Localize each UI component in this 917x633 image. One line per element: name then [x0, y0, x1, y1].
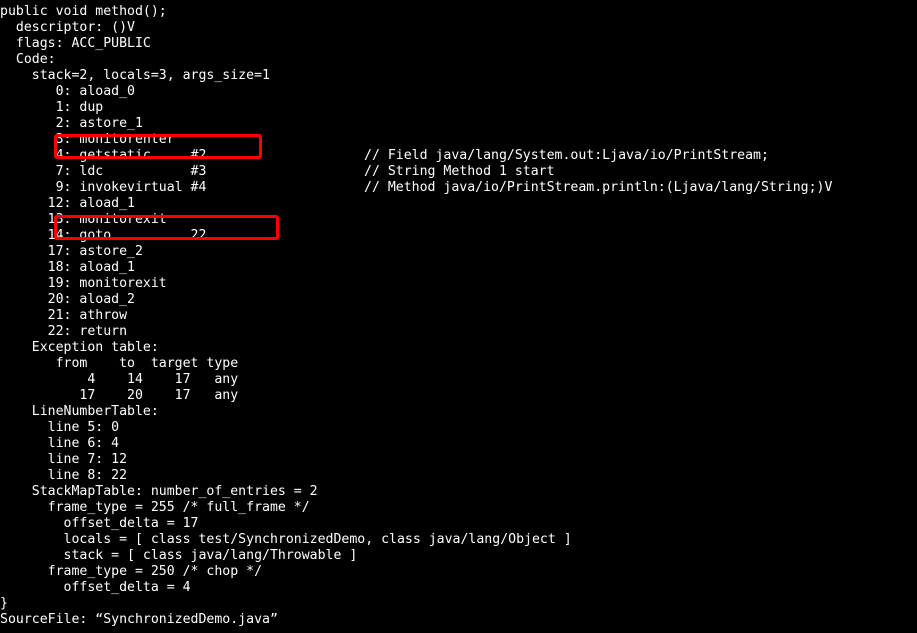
code-line: public void method();: [0, 4, 917, 20]
code-line-text: offset_delta = 4: [0, 580, 191, 595]
code-line-comment: // String Method 1 start: [364, 164, 555, 179]
code-line-text: 19: monitorexit: [0, 276, 167, 291]
code-line: 0: aload_0: [0, 84, 917, 100]
code-line: line 5: 0: [0, 420, 917, 436]
code-line-comment: // Field java/lang/System.out:Ljava/io/P…: [364, 148, 769, 163]
code-line: Code:: [0, 52, 917, 68]
code-line: 22: return: [0, 324, 917, 340]
code-line: Exception table:: [0, 340, 917, 356]
code-line: line 6: 4: [0, 436, 917, 452]
code-line-text: 21: athrow: [0, 308, 128, 323]
javap-output-listing[interactable]: public void method(); descriptor: ()V fl…: [0, 0, 917, 633]
terminal-screen: public void method(); descriptor: ()V fl…: [0, 0, 917, 633]
code-line: 19: monitorexit: [0, 276, 917, 292]
code-line-text: 7: ldc #3: [0, 164, 207, 179]
code-line: 21: athrow: [0, 308, 917, 324]
code-line-text: 22: return: [0, 324, 128, 339]
code-line-text: frame_type = 250 /* chop */: [0, 564, 263, 579]
code-line-text: line 6: 4: [0, 436, 120, 451]
code-line: SourceFile: “SynchronizedDemo.java”: [0, 612, 917, 628]
code-line: 20: aload_2: [0, 292, 917, 308]
code-line-text: offset_delta = 17: [0, 516, 199, 531]
code-line: 2: astore_1: [0, 116, 917, 132]
code-line: from to target type: [0, 356, 917, 372]
code-line-text: LineNumberTable:: [0, 404, 159, 419]
code-line-text: 18: aload_1: [0, 260, 135, 275]
code-line: 14: goto 22: [0, 228, 917, 244]
code-line-text: flags: ACC_PUBLIC: [0, 36, 151, 51]
code-line-text: line 8: 22: [0, 468, 128, 483]
code-line-text: Code:: [0, 52, 56, 67]
code-line-text: 20: aload_2: [0, 292, 135, 307]
code-line: }: [0, 596, 917, 612]
code-line-text: 13: monitorexit: [0, 212, 167, 227]
code-line-text: SourceFile: “SynchronizedDemo.java”: [0, 612, 278, 627]
code-line: frame_type = 250 /* chop */: [0, 564, 917, 580]
code-line: line 7: 12: [0, 452, 917, 468]
code-line-text: stack=2, locals=3, args_size=1: [0, 68, 270, 83]
code-line: StackMapTable: number_of_entries = 2: [0, 484, 917, 500]
code-line: 17: astore_2: [0, 244, 917, 260]
code-line-text: line 5: 0: [0, 420, 120, 435]
code-line-text: locals = [ class test/SynchronizedDemo, …: [0, 532, 572, 547]
code-line: 4 14 17 any: [0, 372, 917, 388]
code-line: 4: getstatic #2 // Field java/lang/System…: [0, 148, 917, 164]
code-line: frame_type = 255 /* full_frame */: [0, 500, 917, 516]
code-line: 3: monitorenter: [0, 132, 917, 148]
code-line: 18: aload_1: [0, 260, 917, 276]
code-line-text: 1: dup: [0, 100, 104, 115]
code-line-text: line 7: 12: [0, 452, 128, 467]
code-line-text: 4: getstatic #2: [0, 148, 207, 163]
code-line: 9: invokevirtual #4 // Method java/io/Pri…: [0, 180, 917, 196]
code-line-text: descriptor: ()V: [0, 20, 135, 35]
code-line: 13: monitorexit: [0, 212, 917, 228]
code-line-text: frame_type = 255 /* full_frame */: [0, 500, 310, 515]
code-line-text: 0: aload_0: [0, 84, 135, 99]
code-line-text: 9: invokevirtual #4: [0, 180, 207, 195]
code-line-text: public void method();: [0, 4, 167, 19]
code-line-text: 14: goto 22: [0, 228, 207, 243]
code-line: line 8: 22: [0, 468, 917, 484]
code-line: descriptor: ()V: [0, 20, 917, 36]
code-line: LineNumberTable:: [0, 404, 917, 420]
code-line-text: 12: aload_1: [0, 196, 135, 211]
code-line: 7: ldc #3 // String Method 1 start: [0, 164, 917, 180]
code-line-text: Exception table:: [0, 340, 159, 355]
code-line-text: 2: astore_1: [0, 116, 143, 131]
code-line: stack = [ class java/lang/Throwable ]: [0, 548, 917, 564]
code-line: offset_delta = 4: [0, 580, 917, 596]
code-line: 17 20 17 any: [0, 388, 917, 404]
code-line-text: 3: monitorenter: [0, 132, 175, 147]
code-line-text: from to target type: [0, 356, 239, 371]
code-line-text: StackMapTable: number_of_entries = 2: [0, 484, 318, 499]
code-line-text: 17: astore_2: [0, 244, 143, 259]
code-line: 1: dup: [0, 100, 917, 116]
code-line: offset_delta = 17: [0, 516, 917, 532]
code-line: stack=2, locals=3, args_size=1: [0, 68, 917, 84]
code-line: flags: ACC_PUBLIC: [0, 36, 917, 52]
code-line: 12: aload_1: [0, 196, 917, 212]
code-line-text: 17 20 17 any: [0, 388, 239, 403]
code-line-text: stack = [ class java/lang/Throwable ]: [0, 548, 358, 563]
code-line-text: }: [0, 596, 8, 611]
code-line-text: 4 14 17 any: [0, 372, 239, 387]
code-line: locals = [ class test/SynchronizedDemo, …: [0, 532, 917, 548]
code-line-comment: // Method java/io/PrintStream.println:(L…: [364, 180, 833, 195]
